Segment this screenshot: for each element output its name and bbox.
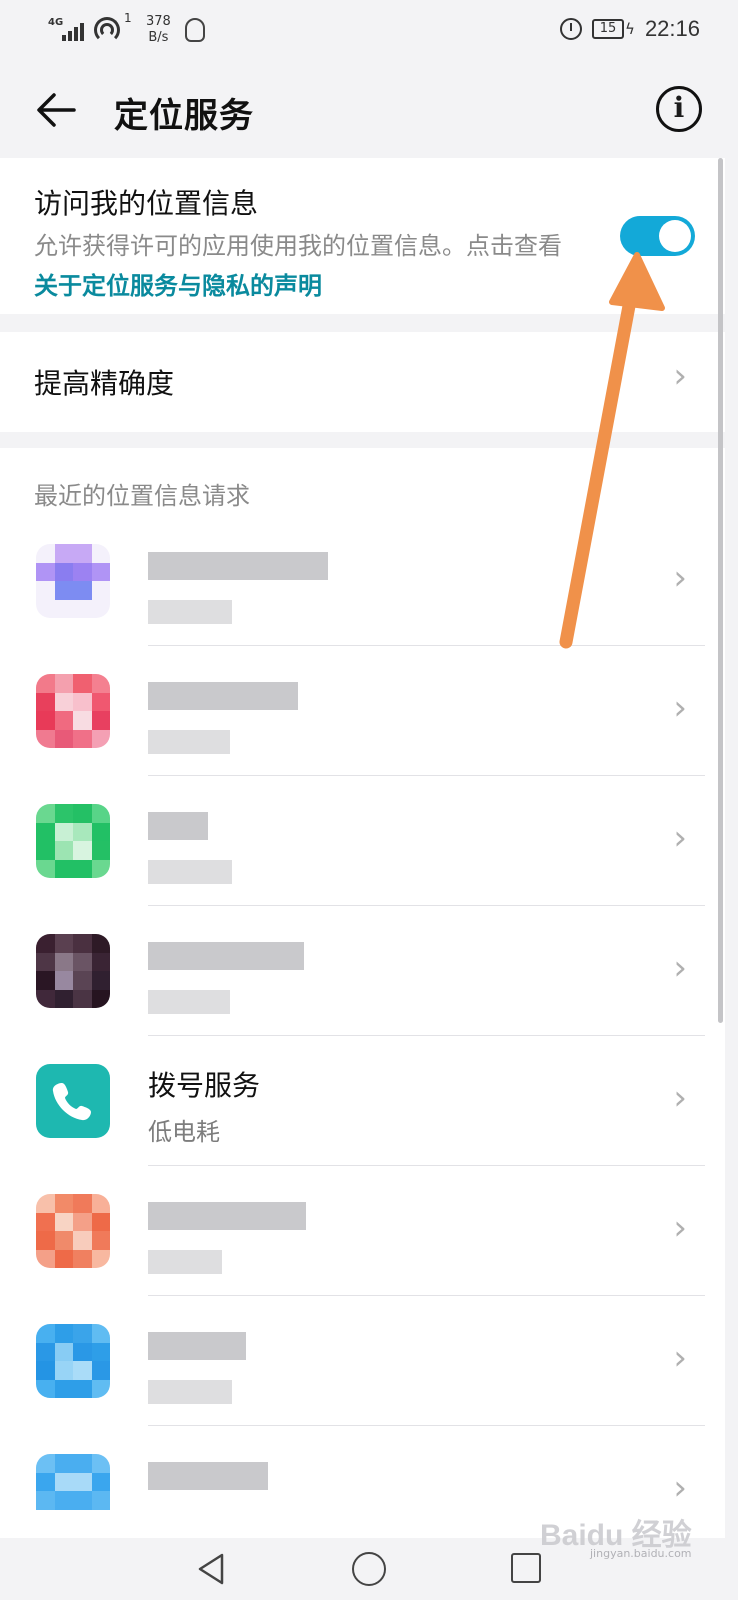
list-item[interactable]: › (0, 516, 725, 646)
location-access-title: 访问我的位置信息 (34, 187, 259, 220)
blurred-app-name (148, 552, 328, 580)
privacy-statement-link[interactable]: 关于定位服务与隐私的声明 (34, 272, 322, 300)
app-power-usage: 低电耗 (148, 1118, 220, 1146)
recent-requests-list: 最近的位置信息请求 › › › › 拨号服务 低电耗 › › › › (0, 448, 725, 1538)
chevron-right-icon: › (673, 1208, 687, 1248)
charging-icon: ϟ (625, 20, 635, 38)
scrollbar[interactable] (718, 158, 723, 1023)
app-bar: 定位服务 i (0, 62, 738, 158)
list-item[interactable]: › (0, 776, 725, 906)
phone-app-icon (36, 1064, 110, 1138)
improve-accuracy-item[interactable]: 提高精确度 › (0, 332, 725, 432)
nav-home-circle-icon[interactable] (352, 1552, 386, 1586)
app-icon (36, 1194, 110, 1268)
app-icon (36, 934, 110, 1008)
blurred-app-name (148, 1332, 246, 1360)
page-title: 定位服务 (114, 96, 254, 136)
network-speed: 378 B/s (146, 14, 171, 45)
chevron-right-icon: › (673, 1468, 687, 1508)
chevron-right-icon: › (673, 818, 687, 858)
list-item[interactable]: › (0, 1296, 725, 1426)
info-icon[interactable]: i (656, 86, 702, 132)
list-item[interactable]: 拨号服务 低电耗 › (0, 1036, 725, 1166)
status-bar: 4G 1 378 B/s 15 ϟ 22:16 (0, 0, 738, 62)
list-item[interactable]: › (0, 646, 725, 776)
app-icon (36, 804, 110, 878)
app-icon (36, 544, 110, 618)
location-access-setting: 访问我的位置信息 允许获得许可的应用使用我的位置信息。点击查看关于定位服务与隐私… (0, 158, 725, 314)
chevron-right-icon: › (673, 356, 687, 396)
blurred-app-name (148, 942, 304, 970)
list-item[interactable]: › (0, 906, 725, 1036)
blurred-app-status (148, 1250, 222, 1274)
watermark-url: jingyan.baidu.com (590, 1547, 692, 1560)
blurred-app-status (148, 860, 232, 884)
location-access-description: 允许获得许可的应用使用我的位置信息。点击查看关于定位服务与隐私的声明 (34, 232, 562, 300)
location-access-toggle[interactable] (620, 216, 695, 256)
signal-icon: 4G (48, 17, 84, 43)
nav-back-triangle-icon[interactable] (196, 1552, 226, 1586)
blurred-app-status (148, 990, 230, 1014)
blurred-app-status (148, 600, 232, 624)
blurred-app-status (148, 730, 230, 754)
chevron-right-icon: › (673, 558, 687, 598)
app-name: 拨号服务 (148, 1069, 261, 1102)
toggle-knob (659, 220, 691, 252)
battery-icon: 15 ϟ (592, 19, 635, 39)
phone-icon (52, 1083, 91, 1121)
section-header: 最近的位置信息请求 (34, 482, 250, 510)
improve-accuracy-label: 提高精确度 (34, 367, 175, 400)
app-icon (36, 1324, 110, 1398)
hotspot-icon: 1 (94, 11, 132, 43)
blurred-app-name (148, 1462, 268, 1490)
blurred-app-name (148, 1202, 306, 1230)
app-icon (36, 1454, 110, 1528)
back-arrow-icon[interactable] (34, 88, 78, 132)
nav-recents-square-icon[interactable] (511, 1553, 541, 1583)
chevron-right-icon: › (673, 1078, 687, 1118)
app-icon (36, 674, 110, 748)
alarm-icon (560, 18, 583, 40)
chevron-right-icon: › (673, 948, 687, 988)
status-time: 22:16 (644, 16, 700, 41)
blurred-app-name (148, 682, 298, 710)
qq-icon (184, 18, 205, 42)
chevron-right-icon: › (673, 1338, 687, 1378)
blurred-app-status (148, 1380, 232, 1404)
blurred-app-name (148, 812, 208, 840)
list-item[interactable]: › (0, 1166, 725, 1296)
chevron-right-icon: › (673, 688, 687, 728)
